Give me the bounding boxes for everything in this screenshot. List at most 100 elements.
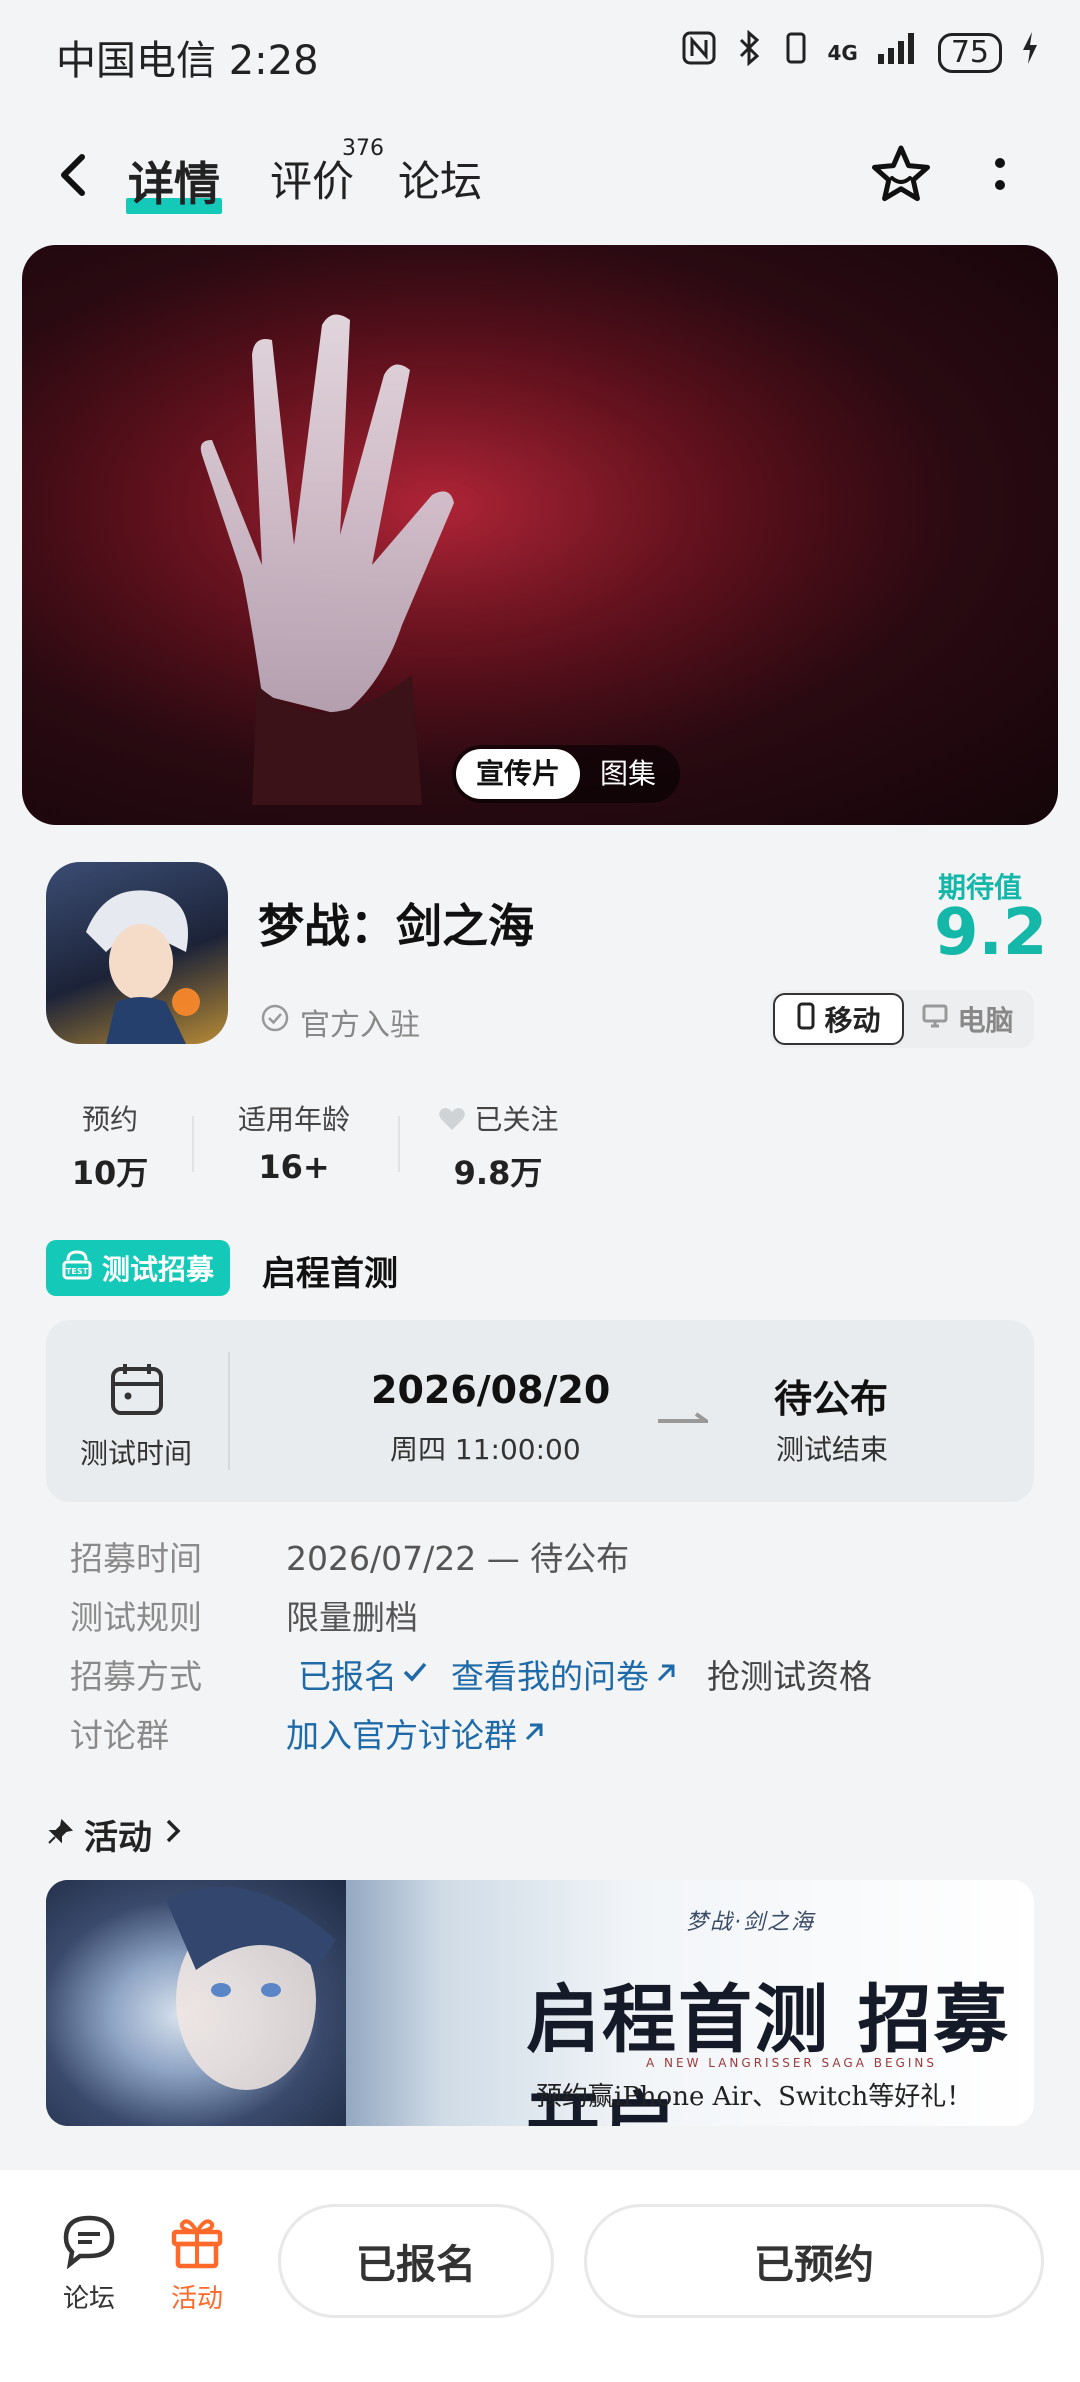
stat-value: 10万 bbox=[71, 1154, 149, 1192]
hero-artwork bbox=[22, 245, 1058, 825]
registered-link[interactable]: 已报名 bbox=[298, 1650, 429, 1698]
status-bar: 中国电信 2:28 4G 75 bbox=[0, 0, 1080, 110]
test-badge-icon: TEST bbox=[60, 1248, 94, 1289]
charging-icon bbox=[1020, 30, 1040, 75]
test-end-value: 待公布 bbox=[774, 1377, 889, 1421]
activity-nav-item[interactable]: 活动 bbox=[152, 2210, 242, 2315]
media-toggle: 宣传片 图集 bbox=[452, 745, 681, 803]
tab-details[interactable]: 详情 bbox=[126, 148, 222, 214]
test-end-label: 测试结束 bbox=[776, 1433, 889, 1466]
row-value: 限量删档 bbox=[286, 1598, 418, 1637]
row-label: 招募方式 bbox=[70, 1657, 202, 1696]
svg-text:TEST: TEST bbox=[66, 1267, 89, 1276]
activity-banner[interactable]: 梦战·剑之海 启程首测 招募开启 A NEW LANGRISSER SAGA B… bbox=[46, 1880, 1034, 2126]
status-icons: 4G 75 bbox=[681, 29, 1040, 75]
pin-icon bbox=[46, 1815, 74, 1855]
stat-value: 16+ bbox=[258, 1148, 330, 1186]
grab-qualification-link[interactable]: 抢测试资格 bbox=[707, 1650, 872, 1698]
gift-icon bbox=[166, 2210, 228, 2272]
row-label: 讨论群 bbox=[70, 1716, 169, 1755]
phone-icon bbox=[796, 1002, 816, 1037]
row-label: 测试规则 bbox=[70, 1598, 202, 1637]
external-arrow-icon bbox=[521, 1714, 547, 1753]
tab-details-label: 详情 bbox=[128, 157, 220, 211]
registered-button[interactable]: 已报名 bbox=[278, 2204, 554, 2318]
stat-age-rating: 适用年龄 16+ bbox=[214, 1098, 374, 1186]
activity-title: 活动 bbox=[84, 1818, 152, 1858]
game-app-icon bbox=[46, 862, 228, 1044]
bottom-action-bar: 论坛 活动 已报名 已预约 bbox=[0, 2170, 1080, 2382]
vibrate-icon bbox=[783, 30, 809, 75]
stat-label: 已关注 bbox=[418, 1098, 578, 1138]
stat-label: 适用年龄 bbox=[237, 1103, 350, 1136]
calendar-icon bbox=[108, 1360, 166, 1418]
row-label: 招募时间 bbox=[70, 1539, 202, 1578]
banner-tagline: A NEW LANGRISSER SAGA BEGINS bbox=[646, 2056, 937, 2070]
media-tab-trailer[interactable]: 宣传片 bbox=[456, 749, 581, 799]
recruit-method-row: 招募方式 已报名 查看我的问卷 抢测试资格 bbox=[70, 1650, 872, 1698]
forum-nav-item[interactable]: 论坛 bbox=[44, 2210, 134, 2315]
test-recruit-tag: TEST 测试招募 bbox=[46, 1240, 231, 1296]
game-title: 梦战：剑之海 bbox=[258, 899, 534, 953]
banner-character-art bbox=[46, 1880, 346, 2126]
survey-label: 查看我的问卷 bbox=[451, 1657, 649, 1696]
forum-chat-icon bbox=[58, 2210, 120, 2272]
chevron-right-icon bbox=[162, 1815, 184, 1855]
more-icon[interactable] bbox=[985, 150, 1015, 200]
row-value: 2026/07/22 — 待公布 bbox=[286, 1539, 630, 1578]
test-start-time: 周四 11:00:00 bbox=[390, 1433, 581, 1466]
check-circle-icon bbox=[260, 1003, 290, 1041]
stat-label: 预约 bbox=[81, 1103, 138, 1136]
network-label: 4G bbox=[827, 40, 858, 65]
view-survey-link[interactable]: 查看我的问卷 bbox=[451, 1650, 679, 1698]
official-label: 官方入驻 bbox=[300, 1008, 420, 1043]
top-nav: 详情 评价 376 论坛 bbox=[0, 120, 1080, 230]
activity-section-header[interactable]: 活动 bbox=[46, 1810, 184, 1859]
platform-mobile[interactable]: 移动 bbox=[773, 993, 904, 1045]
external-arrow-icon bbox=[653, 1655, 679, 1694]
join-group-link[interactable]: 加入官方讨论群 bbox=[286, 1709, 547, 1757]
test-start-date: 2026/08/20 bbox=[371, 1368, 611, 1412]
hero-media[interactable]: 宣传片 图集 bbox=[22, 245, 1058, 825]
reviews-count-badge: 376 bbox=[342, 136, 384, 161]
tab-forum[interactable]: 论坛 bbox=[398, 148, 482, 209]
recruit-period-row: 招募时间 2026/07/22 — 待公布 bbox=[70, 1532, 629, 1580]
followers-label: 已关注 bbox=[474, 1103, 559, 1136]
stat-divider bbox=[192, 1116, 194, 1172]
discussion-group-row: 讨论群 加入官方讨论群 bbox=[70, 1709, 547, 1757]
carrier-time: 中国电信 2:28 bbox=[56, 38, 319, 84]
platform-pc[interactable]: 电脑 bbox=[904, 993, 1031, 1045]
stat-divider bbox=[398, 1116, 400, 1172]
bluetooth-icon bbox=[735, 29, 765, 75]
forum-nav-label: 论坛 bbox=[62, 2284, 115, 2314]
reserved-button[interactable]: 已预约 bbox=[584, 2204, 1044, 2318]
registered-label: 已报名 bbox=[298, 1657, 397, 1696]
expectation-score: 9.2 bbox=[934, 896, 1048, 970]
test-time-label: 测试时间 bbox=[80, 1437, 193, 1470]
stat-followers[interactable]: 已关注 9.8万 bbox=[418, 1098, 578, 1194]
banner-logo: 梦战·剑之海 bbox=[686, 1910, 815, 1935]
platform-pc-label: 电脑 bbox=[957, 1004, 1014, 1037]
media-tab-gallery[interactable]: 图集 bbox=[580, 749, 676, 799]
test-rules-row: 测试规则 限量删档 bbox=[70, 1591, 418, 1639]
battery-indicator: 75 bbox=[937, 32, 1002, 73]
test-recruit-label: 测试招募 bbox=[102, 1253, 215, 1286]
banner-subtitle: 预约赢iPhone Air、Switch等好礼！ bbox=[536, 2082, 973, 2112]
nfc-icon bbox=[681, 30, 717, 75]
recruit-title: 启程首测 bbox=[262, 1254, 398, 1294]
join-group-label: 加入官方讨论群 bbox=[286, 1716, 517, 1755]
signal-icon bbox=[876, 30, 920, 75]
back-icon[interactable] bbox=[50, 145, 100, 205]
stat-reservations: 预约 10万 bbox=[30, 1098, 190, 1194]
check-icon bbox=[401, 1655, 429, 1694]
heart-icon bbox=[438, 1103, 475, 1136]
test-schedule-card: 测试时间 2026/08/20 周四 11:00:00 待公布 测试结束 bbox=[46, 1320, 1034, 1502]
official-verified: 官方入驻 bbox=[260, 1000, 420, 1044]
arrow-right-icon bbox=[658, 1410, 713, 1424]
star-icon[interactable] bbox=[868, 142, 934, 208]
platform-mobile-label: 移动 bbox=[824, 1004, 881, 1037]
monitor-icon bbox=[921, 1002, 949, 1037]
activity-nav-label: 活动 bbox=[170, 2284, 223, 2314]
platform-toggle: 移动 电脑 bbox=[770, 990, 1034, 1048]
card-divider bbox=[228, 1352, 230, 1470]
